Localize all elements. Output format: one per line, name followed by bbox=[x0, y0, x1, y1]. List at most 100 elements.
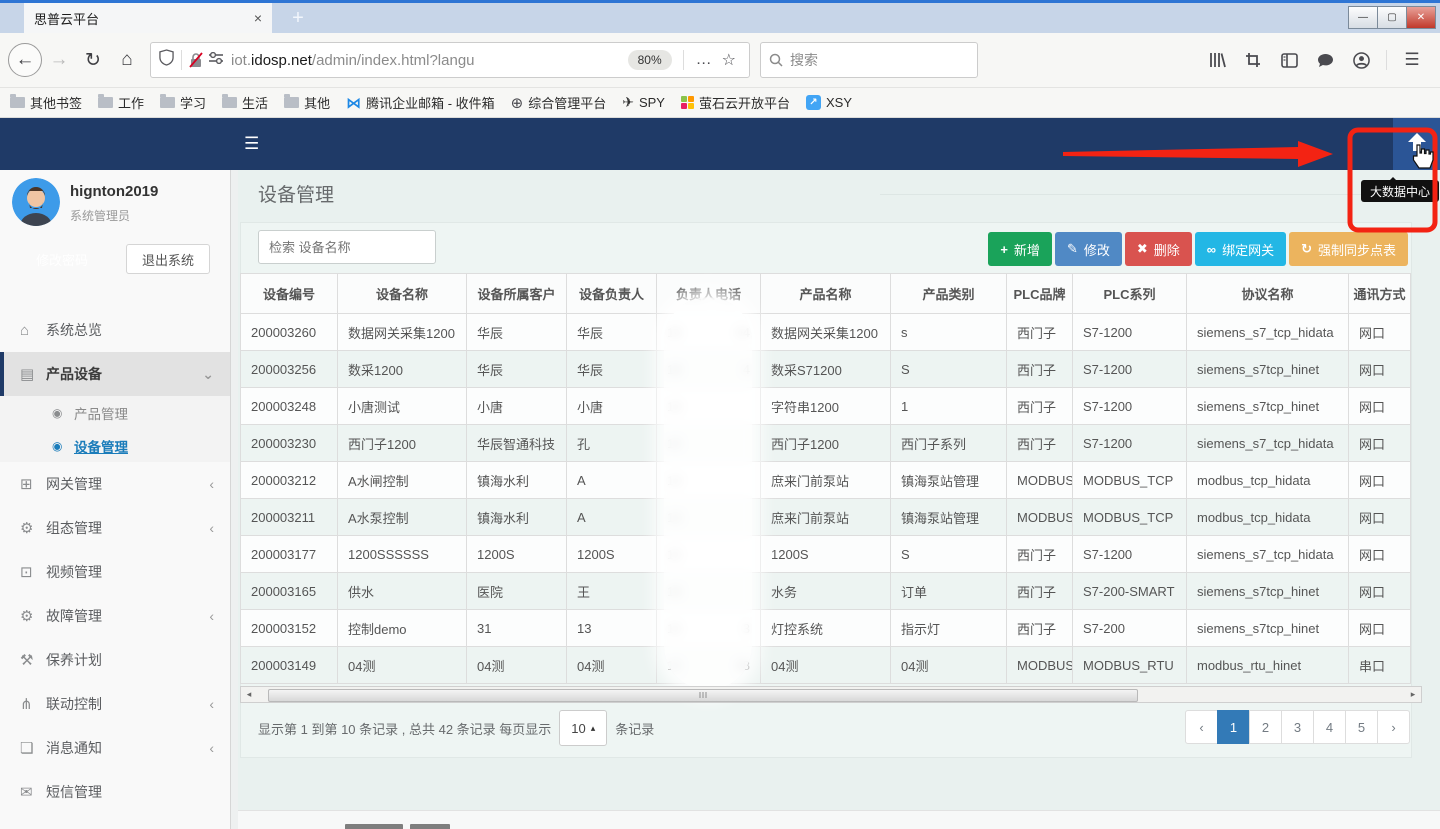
scroll-right-icon[interactable]: ▸ bbox=[1405, 689, 1421, 700]
sidebar-item-设备管理[interactable]: ◉设备管理 bbox=[0, 429, 230, 462]
column-header[interactable]: 设备所属客户 bbox=[467, 274, 567, 314]
minimize-button[interactable]: — bbox=[1348, 6, 1378, 29]
table-row[interactable]: 200003211A水泵控制镇海水利A13庶来门前泵站镇海泵站管理MODBUSM… bbox=[241, 499, 1411, 536]
column-header[interactable]: 产品名称 bbox=[761, 274, 891, 314]
url-bar[interactable]: iot.idosp.net/admin/index.html?langu 80%… bbox=[150, 42, 750, 78]
insecure-lock-icon[interactable] bbox=[189, 52, 203, 68]
device-search-input[interactable] bbox=[258, 230, 436, 264]
close-button[interactable]: ✕ bbox=[1406, 6, 1436, 29]
search-placeholder: 搜索 bbox=[790, 50, 818, 70]
bookmark-item[interactable]: ⋈腾讯企业邮箱 - 收件箱 bbox=[346, 93, 495, 112]
sidebar-item-消息通知[interactable]: ❏消息通知‹ bbox=[0, 726, 230, 770]
toolbar-button-删除[interactable]: ✖删除 bbox=[1125, 232, 1192, 266]
browser-tab[interactable]: 思普云平台 × bbox=[24, 3, 272, 33]
sidebar-collapse-icon[interactable]: ☰ bbox=[244, 134, 259, 154]
column-header[interactable]: 通讯方式 bbox=[1349, 274, 1411, 314]
pencil-icon: ✎ bbox=[1067, 241, 1078, 257]
bookmark-item[interactable]: 学习 bbox=[160, 93, 206, 112]
new-tab-button[interactable]: + bbox=[283, 5, 313, 32]
bookmark-label: 生活 bbox=[242, 93, 268, 112]
bookmark-item[interactable]: 生活 bbox=[222, 93, 268, 112]
account-icon[interactable] bbox=[1343, 45, 1379, 75]
sidebar-item-联动控制[interactable]: ⋔联动控制‹ bbox=[0, 682, 230, 726]
column-header[interactable]: PLC品牌 bbox=[1007, 274, 1073, 314]
table-row[interactable]: 200003248小唐测试小唐小唐13字符串12001西门子S7-1200sie… bbox=[241, 388, 1411, 425]
bookmark-item[interactable]: ✈SPY bbox=[622, 94, 665, 111]
column-header[interactable]: 设备编号 bbox=[241, 274, 338, 314]
scrollbar-thumb[interactable] bbox=[268, 689, 1138, 702]
column-header[interactable]: 设备负责人 bbox=[567, 274, 657, 314]
table-row[interactable]: 200003165供水医院王18水务订单西门子S7-200-SMARTsieme… bbox=[241, 573, 1411, 610]
column-header[interactable]: PLC系列 bbox=[1073, 274, 1187, 314]
bookmark-item[interactable]: 其他 bbox=[284, 93, 330, 112]
tab-close-icon[interactable]: × bbox=[254, 10, 262, 26]
sidebar-item-label: 组态管理 bbox=[46, 518, 102, 538]
table-row[interactable]: 200003230西门子1200华辰智通科技孔15西门子1200西门子系列西门子… bbox=[241, 425, 1411, 462]
forward-icon[interactable]: → bbox=[42, 49, 76, 71]
scroll-left-icon[interactable]: ◂ bbox=[241, 689, 257, 700]
pager-page-5[interactable]: 5 bbox=[1345, 710, 1378, 744]
sidebar-item-产品设备[interactable]: ▤产品设备⌄ bbox=[0, 352, 230, 396]
shield-icon[interactable] bbox=[159, 49, 174, 71]
permissions-icon[interactable] bbox=[209, 51, 223, 69]
bookmark-item[interactable]: ⊕综合管理平台 bbox=[511, 93, 607, 112]
horizontal-scrollbar[interactable]: ◂ ▸ bbox=[240, 686, 1422, 703]
page-size-select[interactable]: 10 ▴ bbox=[559, 710, 607, 746]
pager-next[interactable]: › bbox=[1377, 710, 1410, 744]
home-icon[interactable]: ⌂ bbox=[110, 49, 144, 71]
column-header[interactable]: 产品类别 bbox=[891, 274, 1007, 314]
toolbar-button-强制同步点表[interactable]: ↻强制同步点表 bbox=[1289, 232, 1408, 266]
pager-page-4[interactable]: 4 bbox=[1313, 710, 1346, 744]
pager-page-1[interactable]: 1 bbox=[1217, 710, 1250, 744]
sidebar-item-故障管理[interactable]: ⚙故障管理‹ bbox=[0, 594, 230, 638]
envelope-icon: ✉ bbox=[20, 783, 46, 801]
table-row[interactable]: 200003256数采1200华辰华辰184数采S71200S西门子S7-120… bbox=[241, 351, 1411, 388]
divider bbox=[1386, 50, 1387, 70]
sidebar-toggle-icon[interactable] bbox=[1271, 45, 1307, 75]
maximize-button[interactable]: ▢ bbox=[1377, 6, 1407, 29]
sidebar-item-视频管理[interactable]: ⊡视频管理 bbox=[0, 550, 230, 594]
column-header[interactable]: 协议名称 bbox=[1187, 274, 1349, 314]
sidebar-item-组态管理[interactable]: ⚙组态管理‹ bbox=[0, 506, 230, 550]
avatar[interactable] bbox=[12, 178, 60, 226]
screenshot-root: 思普云平台 × + — ▢ ✕ ← → ↻ ⌂ iot.idosp.net/ad… bbox=[0, 0, 1440, 829]
chat-bubble-icon[interactable] bbox=[1307, 45, 1343, 75]
table-row[interactable]: 200003152控制demo3113153灯控系统指示灯西门子S7-200si… bbox=[241, 610, 1411, 647]
pager-page-3[interactable]: 3 bbox=[1281, 710, 1314, 744]
sidebar-item-产品管理[interactable]: ◉产品管理 bbox=[0, 396, 230, 429]
change-password-button[interactable]: 修改密码 bbox=[20, 244, 104, 274]
back-icon[interactable]: ← bbox=[8, 43, 42, 77]
page-actions-icon[interactable]: … bbox=[691, 51, 717, 69]
table-row[interactable]: 200003260数据网关采集1200华辰华辰1804数据网关采集1200s西门… bbox=[241, 314, 1411, 351]
table-row[interactable]: 2000031771200SSSSSS1200S1200S151200SS西门子… bbox=[241, 536, 1411, 573]
sidebar-item-短信管理[interactable]: ✉短信管理 bbox=[0, 770, 230, 814]
sidebar-item-保养计划[interactable]: ⚒保养计划 bbox=[0, 638, 230, 682]
sidebar-content-divider[interactable] bbox=[230, 170, 238, 829]
reload-icon[interactable]: ↻ bbox=[76, 49, 110, 72]
pager-prev[interactable]: ‹ bbox=[1185, 710, 1218, 744]
bookmark-item[interactable]: ↗XSY bbox=[806, 95, 852, 110]
bookmark-item[interactable]: 工作 bbox=[98, 93, 144, 112]
library-icon[interactable] bbox=[1199, 45, 1235, 75]
screenshot-crop-icon[interactable] bbox=[1235, 45, 1271, 75]
pager-page-2[interactable]: 2 bbox=[1249, 710, 1282, 744]
toolbar-button-新增[interactable]: +新增 bbox=[988, 232, 1052, 266]
menu-hamburger-icon[interactable]: ☰ bbox=[1394, 45, 1430, 75]
table-cell: 200003211 bbox=[241, 499, 338, 536]
table-cell: 1 bbox=[891, 388, 1007, 425]
table-row[interactable]: 20000314904测04测04测153804测04测MODBUSMODBUS… bbox=[241, 647, 1411, 684]
url-text[interactable]: iot.idosp.net/admin/index.html?langu bbox=[231, 52, 624, 69]
column-header[interactable]: 设备名称 bbox=[338, 274, 467, 314]
sidebar-item-网关管理[interactable]: ⊞网关管理‹ bbox=[0, 462, 230, 506]
bookmark-item[interactable]: 其他书签 bbox=[10, 93, 82, 112]
toolbar-button-绑定网关[interactable]: ∞绑定网关 bbox=[1195, 232, 1286, 266]
table-row[interactable]: 200003212A水闸控制镇海水利A13庶来门前泵站镇海泵站管理MODBUSM… bbox=[241, 462, 1411, 499]
bookmark-item[interactable]: 萤石云开放平台 bbox=[681, 93, 790, 112]
browser-search-bar[interactable]: 搜索 bbox=[760, 42, 978, 78]
bookmark-star-icon[interactable]: ☆ bbox=[717, 50, 741, 70]
table-cell: 串口 bbox=[1349, 647, 1411, 684]
zoom-level-badge[interactable]: 80% bbox=[628, 50, 672, 70]
toolbar-button-修改[interactable]: ✎修改 bbox=[1055, 232, 1122, 266]
logout-button[interactable]: 退出系统 bbox=[126, 244, 210, 274]
sidebar-item-系统总览[interactable]: ⌂系统总览 bbox=[0, 308, 230, 352]
